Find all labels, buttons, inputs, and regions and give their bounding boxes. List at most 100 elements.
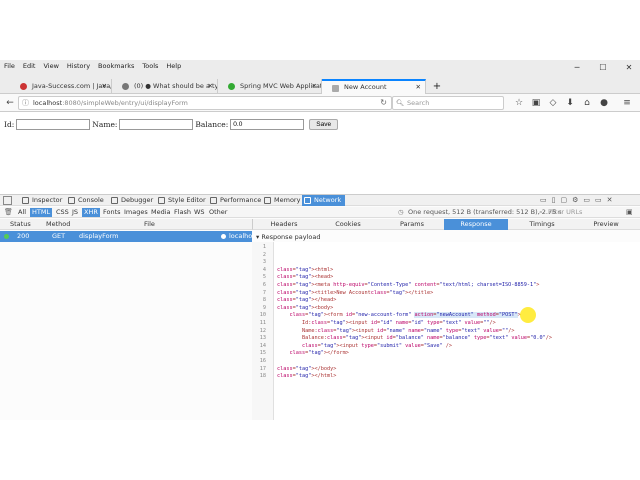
menu-bookmarks[interactable]: Bookmarks (94, 60, 138, 72)
line-number: 16 (259, 358, 266, 364)
tool-performance[interactable]: Performance (208, 195, 261, 206)
reload-icon[interactable]: ↻ (380, 97, 387, 109)
maximize-button[interactable]: ☐ (592, 62, 614, 74)
name-field[interactable] (119, 118, 194, 130)
close-tab-icon[interactable]: ✕ (416, 81, 421, 94)
tool-debugger[interactable]: Debugger (109, 195, 153, 206)
tab-params[interactable]: Params (380, 219, 444, 230)
line-number: 13 (259, 335, 266, 342)
tab-label: New Account (344, 83, 387, 91)
line-number: 6 (262, 282, 266, 288)
close-tab-icon[interactable]: ✕ (102, 79, 107, 94)
menu-view[interactable]: View (39, 60, 62, 72)
pick-element-icon[interactable] (3, 196, 12, 205)
tab-label: Spring MVC Web Applicatio (240, 82, 322, 90)
line-number: 5 (262, 274, 266, 281)
console-icon (68, 197, 75, 204)
filter-urls-input[interactable]: ⌕ Filter URLs (538, 208, 624, 217)
tool-network[interactable]: Network (302, 195, 346, 206)
filter-html[interactable]: HTML (30, 208, 53, 217)
menu-file[interactable]: File (0, 60, 19, 72)
tool-console[interactable]: Console (66, 195, 104, 206)
download-icon[interactable]: ⬇ (563, 96, 577, 110)
line-number: 7 (262, 289, 266, 296)
toggle-panel-icon[interactable]: ▣ (626, 208, 633, 216)
trash-icon[interactable]: 🗑︎ (4, 208, 13, 216)
tab-new-account[interactable]: New Account ✕ (322, 79, 426, 94)
memory-icon (264, 197, 271, 204)
page-icon (332, 85, 339, 92)
filter-xhr[interactable]: XHR (82, 208, 100, 217)
hamburger-menu-icon[interactable]: ≡ (620, 96, 634, 110)
tab-headers[interactable]: Headers (252, 219, 316, 230)
menu-history[interactable]: History (63, 60, 94, 72)
filter-other[interactable]: Other (207, 208, 229, 217)
menu-edit[interactable]: Edit (19, 60, 40, 72)
request-file: displayForm (79, 232, 119, 240)
favicon-icon (122, 83, 129, 90)
code-line: class="tag"></html> (277, 373, 337, 380)
line-number: 1 (262, 244, 266, 250)
mouse-cursor-highlight (520, 307, 536, 323)
home-icon[interactable]: ⌂ (580, 96, 594, 110)
search-icon: 🔍︎ (396, 99, 405, 107)
filter-flash[interactable]: Flash (172, 208, 193, 217)
tab-preview[interactable]: Preview (574, 219, 638, 230)
tab-quora[interactable]: (0) ● What should be a typic ✕ (112, 79, 218, 94)
tab-spring-mvc[interactable]: Spring MVC Web Applicatio ✕ (218, 79, 322, 94)
code-line: Id:class="tag"><input id="id" name="id" … (277, 320, 496, 326)
request-domain: localhost (229, 232, 259, 240)
save-button[interactable]: Save (309, 118, 339, 130)
response-payload-header[interactable]: ▾ Response payload (256, 232, 320, 242)
menu-bar: File Edit View History Bookmarks Tools H… (0, 60, 185, 72)
filter-images[interactable]: Images (122, 208, 150, 217)
code-line: class="tag"><form id="new-account-form" … (289, 312, 521, 319)
info-icon: ⓘ (22, 99, 29, 107)
menu-tools[interactable]: Tools (138, 60, 162, 72)
line-number: 17 (259, 365, 266, 372)
url-host: localhost (33, 99, 63, 107)
id-field[interactable] (16, 118, 91, 130)
extension-icon[interactable]: ● (597, 96, 611, 110)
tab-cookies[interactable]: Cookies (316, 219, 380, 230)
tool-inspector[interactable]: Inspector (20, 195, 62, 206)
pocket-icon[interactable]: ◇ (546, 96, 560, 110)
devtools-options-icons[interactable]: ▭▯▢⚙▭▭✕ (540, 196, 617, 204)
close-tab-icon[interactable]: ✕ (312, 79, 317, 94)
tab-java-success[interactable]: Java-Success.com | Java/JEE ✕ (10, 79, 112, 94)
col-status[interactable]: Status (10, 219, 31, 230)
line-number: 8 (262, 297, 266, 304)
filter-fonts[interactable]: Fonts (101, 208, 123, 217)
back-icon[interactable]: ← (3, 96, 17, 110)
code-line: class="tag"><html> (277, 266, 334, 273)
col-file[interactable]: File (144, 219, 155, 230)
code-line: class="tag"></body> (277, 365, 337, 372)
close-window-button[interactable]: ✕ (618, 62, 640, 74)
filter-ws[interactable]: WS (192, 208, 207, 217)
tab-timings[interactable]: Timings (510, 219, 574, 230)
menu-help[interactable]: Help (162, 60, 185, 72)
filter-media[interactable]: Media (149, 208, 173, 217)
col-method[interactable]: Method (46, 219, 70, 230)
search-input[interactable]: 🔍︎ Search (392, 96, 504, 110)
filter-all[interactable]: All (16, 208, 28, 217)
new-tab-button[interactable]: + (430, 79, 444, 94)
request-list (0, 242, 252, 420)
request-row[interactable]: 200 GET displayForm localhost (0, 231, 258, 242)
favicon-icon (20, 83, 27, 90)
request-method: GET (52, 232, 66, 240)
library-icon[interactable]: ▣ (529, 96, 543, 110)
minimize-button[interactable]: ─ (566, 62, 588, 74)
tool-style-editor[interactable]: Style Editor (156, 195, 206, 206)
close-tab-icon[interactable]: ✕ (208, 79, 213, 94)
tool-memory[interactable]: Memory (262, 195, 300, 206)
code-line: class="tag"><head> (277, 274, 334, 281)
bookmark-star-icon[interactable]: ☆ (512, 96, 526, 110)
filter-css[interactable]: CSS (54, 208, 71, 217)
url-bar[interactable]: ⓘ localhost:8080/simpleWeb/entry/ui/disp… (18, 96, 392, 110)
filter-js[interactable]: JS (70, 208, 80, 217)
line-number: 2 (262, 251, 266, 258)
tab-response[interactable]: Response (444, 219, 508, 230)
code-line: class="tag"><title>New Accountclass="tag… (277, 289, 434, 296)
balance-field[interactable] (230, 118, 305, 130)
